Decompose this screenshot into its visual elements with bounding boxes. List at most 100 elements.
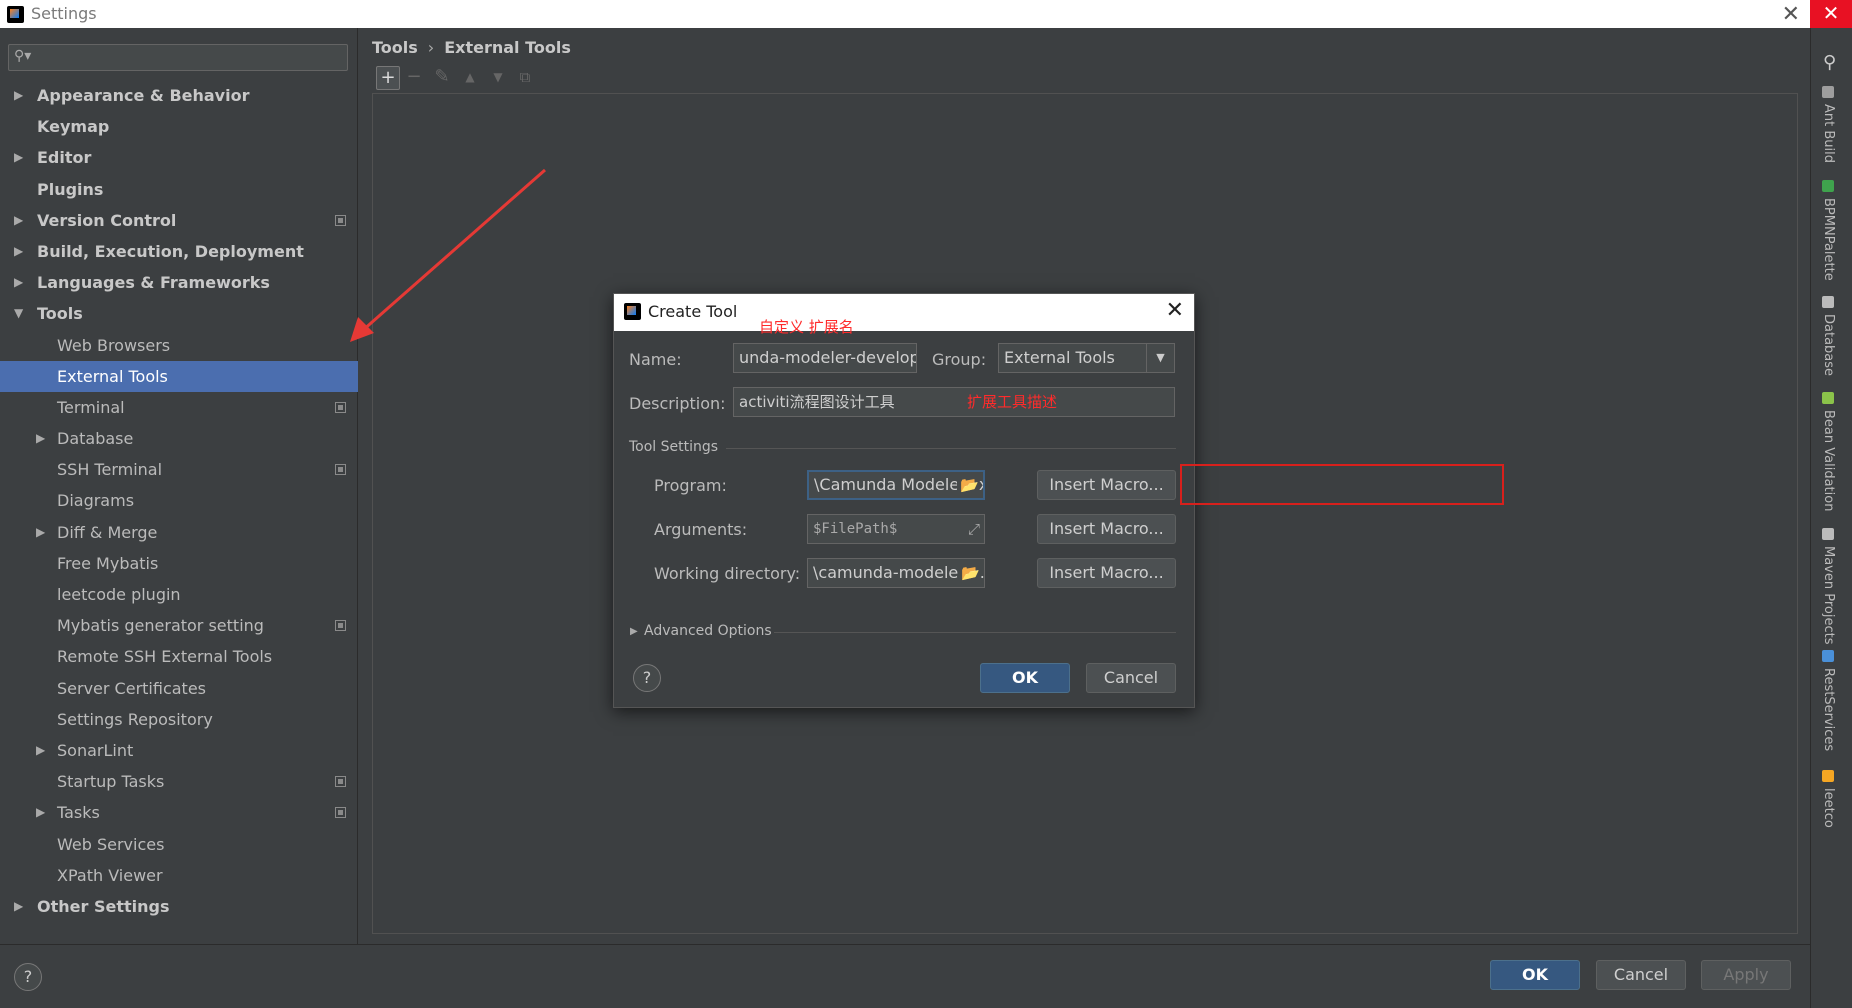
advanced-options-toggle[interactable]: Advanced Options <box>644 623 772 639</box>
tree-item-tasks[interactable]: ▶ Tasks <box>0 797 358 828</box>
chevron-down-icon[interactable]: ▼ <box>14 298 23 329</box>
chevron-right-icon[interactable]: ▶ <box>36 735 45 766</box>
tree-item-label: Diagrams <box>57 491 135 511</box>
tree-item-other-settings[interactable]: ▶ Other Settings <box>0 891 358 922</box>
apply-button[interactable]: Apply <box>1701 960 1791 990</box>
tree-item-remote-ssh-external-tools[interactable]: Remote SSH External Tools <box>0 641 358 672</box>
arguments-insert-macro-button[interactable]: Insert Macro... <box>1037 514 1176 544</box>
chevron-right-icon[interactable]: ▶ <box>630 626 638 637</box>
chevron-right-icon[interactable]: ▶ <box>14 80 23 111</box>
tree-item-ssh-terminal[interactable]: SSH Terminal <box>0 454 358 485</box>
tree-item-plugins[interactable]: Plugins <box>0 174 358 205</box>
breadcrumb-root[interactable]: Tools <box>372 38 418 57</box>
settings-tree: ▶ Appearance & Behavior Keymap ▶ Editor Plugi… <box>0 80 358 922</box>
tool-window-tab[interactable]: Ant Build <box>1821 86 1836 163</box>
edit-tool-button[interactable]: ✎ <box>430 66 454 90</box>
tree-item-leetcode-plugin[interactable]: leetcode plugin <box>0 579 358 610</box>
copy-tool-button[interactable]: ⧉ <box>513 66 537 90</box>
group-value: External Tools <box>1004 348 1115 367</box>
cancel-button[interactable]: Cancel <box>1596 960 1686 990</box>
tool-window-tab[interactable]: Database <box>1821 296 1836 376</box>
tree-item-diagrams[interactable]: Diagrams <box>0 485 358 516</box>
tool-window-icon <box>1822 180 1834 192</box>
help-button[interactable]: ? <box>633 664 661 692</box>
tree-item-free-mybatis[interactable]: Free Mybatis <box>0 548 358 579</box>
tool-window-icon <box>1822 528 1834 540</box>
chevron-right-icon[interactable]: ▶ <box>14 891 23 922</box>
add-tool-button[interactable]: + <box>376 66 400 90</box>
dialog-ok-button[interactable]: OK <box>980 663 1070 693</box>
tree-item-web-browsers[interactable]: Web Browsers <box>0 330 358 361</box>
tree-item-editor[interactable]: ▶ Editor <box>0 142 358 173</box>
group-combobox[interactable]: External Tools ▼ <box>998 343 1175 373</box>
tool-window-tab[interactable]: RestServices <box>1821 650 1836 751</box>
search-everywhere-icon[interactable]: ⚲ <box>1823 52 1836 73</box>
tool-window-tab[interactable]: Bean Validation <box>1821 392 1836 511</box>
tree-item-xpath-viewer[interactable]: XPath Viewer <box>0 860 358 891</box>
description-field[interactable]: activiti流程图设计工具 <box>733 387 1175 417</box>
tool-window-icon <box>1822 296 1834 308</box>
close-icon[interactable]: ✕ <box>1166 298 1184 323</box>
tree-item-label: Keymap <box>37 117 110 137</box>
folder-icon[interactable]: 📂 <box>957 472 979 498</box>
name-field[interactable]: unda-modeler-develop <box>733 343 917 373</box>
ok-button[interactable]: OK <box>1490 960 1580 990</box>
chevron-down-icon[interactable]: ▼ <box>1146 344 1174 372</box>
tree-item-label: Remote SSH External Tools <box>57 647 273 667</box>
tree-item-tools[interactable]: ▼ Tools <box>0 298 358 329</box>
remove-tool-button[interactable]: − <box>402 66 426 90</box>
tree-item-label: Other Settings <box>37 896 170 916</box>
tool-window-tab[interactable]: Maven Projects <box>1821 528 1836 645</box>
tree-item-mybatis-generator-setting[interactable]: Mybatis generator setting <box>0 610 358 641</box>
tree-item-diff-merge[interactable]: ▶ Diff & Merge <box>0 517 358 548</box>
tool-window-icon <box>1822 392 1834 404</box>
chevron-right-icon[interactable]: ▶ <box>36 797 45 828</box>
tree-item-build-execution-deployment[interactable]: ▶ Build, Execution, Deployment <box>0 236 358 267</box>
tree-item-version-control[interactable]: ▶ Version Control <box>0 205 358 236</box>
tree-item-label: Languages & Frameworks <box>37 273 270 293</box>
tree-item-terminal[interactable]: Terminal <box>0 392 358 423</box>
tree-item-label: Terminal <box>57 397 125 417</box>
tree-item-startup-tasks[interactable]: Startup Tasks <box>0 766 358 797</box>
close-icon[interactable]: ✕ <box>1782 2 1800 27</box>
tree-item-appearance-behavior[interactable]: ▶ Appearance & Behavior <box>0 80 358 111</box>
tree-item-database[interactable]: ▶ Database <box>0 423 358 454</box>
project-settings-icon <box>335 776 346 788</box>
project-settings-icon <box>335 807 346 819</box>
tree-item-label: XPath Viewer <box>57 865 163 885</box>
chevron-right-icon[interactable]: ▶ <box>36 423 45 454</box>
chevron-right-icon[interactable]: ▶ <box>14 142 23 173</box>
help-button[interactable]: ? <box>14 963 42 991</box>
tool-window-tab[interactable]: leetco <box>1821 770 1836 828</box>
tree-item-web-services[interactable]: Web Services <box>0 829 358 860</box>
tool-window-tab[interactable]: BPMNPalette <box>1821 180 1836 281</box>
tool-window-tab-label: Bean Validation <box>1821 410 1836 512</box>
program-label: Program: <box>654 476 727 495</box>
folder-icon[interactable]: 📂 <box>958 559 980 587</box>
os-close-button[interactable]: ✕ <box>1810 0 1852 28</box>
program-insert-macro-button[interactable]: Insert Macro... <box>1037 470 1176 500</box>
settings-search-input[interactable]: ⚲▾ <box>8 44 348 71</box>
tool-window-icon <box>1822 86 1834 98</box>
tree-item-external-tools[interactable]: External Tools <box>0 360 358 392</box>
intellij-app-icon <box>624 303 641 320</box>
chevron-right-icon[interactable]: ▶ <box>14 236 23 267</box>
settings-sidebar: ⚲▾ ▶ Appearance & Behavior Keymap ▶ Editor Pl… <box>0 28 358 944</box>
working-directory-insert-macro-button[interactable]: Insert Macro... <box>1037 558 1176 588</box>
tree-item-server-certificates[interactable]: Server Certificates <box>0 673 358 704</box>
program-field[interactable]: \Camunda Modeler.exe 📂 <box>807 470 985 500</box>
expand-icon[interactable]: ⤢ <box>964 515 980 543</box>
chevron-right-icon[interactable]: ▶ <box>14 267 23 298</box>
chevron-right-icon[interactable]: ▶ <box>14 205 23 236</box>
working-directory-field[interactable]: \camunda-modeler-4.2 📂 <box>807 558 985 588</box>
move-down-button[interactable]: ▼ <box>486 66 510 90</box>
tree-item-settings-repository[interactable]: Settings Repository <box>0 704 358 735</box>
move-up-button[interactable]: ▲ <box>458 66 482 90</box>
tree-item-label: Version Control <box>37 210 177 230</box>
chevron-right-icon[interactable]: ▶ <box>36 517 45 548</box>
tree-item-keymap[interactable]: Keymap <box>0 111 358 142</box>
dialog-cancel-button[interactable]: Cancel <box>1086 663 1176 693</box>
tree-item-languages-frameworks[interactable]: ▶ Languages & Frameworks <box>0 267 358 298</box>
tree-item-sonarlint[interactable]: ▶ SonarLint <box>0 735 358 766</box>
arguments-field[interactable]: $FilePath$ ⤢ <box>807 514 985 544</box>
